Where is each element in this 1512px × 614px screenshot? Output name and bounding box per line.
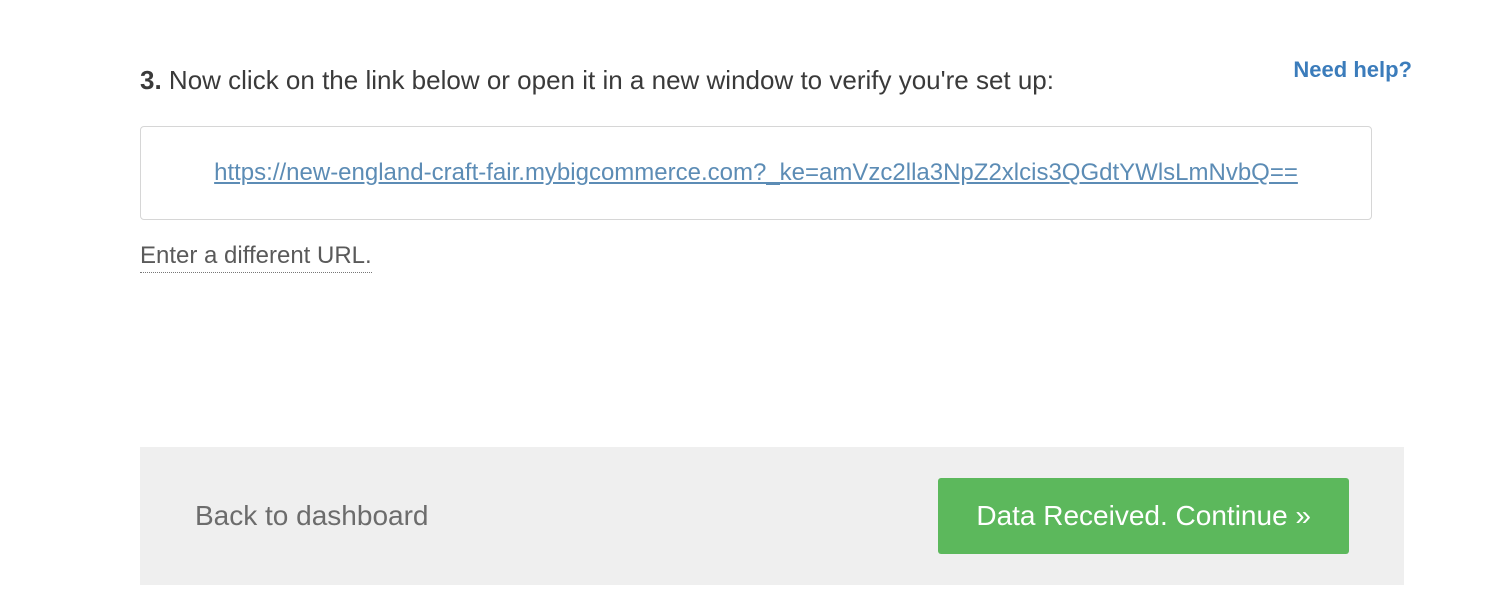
- step-number: 3.: [140, 65, 162, 95]
- step-instruction: 3. Now click on the link below or open i…: [140, 62, 1372, 98]
- verification-link-box: https://new-england-craft-fair.mybigcomm…: [140, 126, 1372, 220]
- verification-link[interactable]: https://new-england-craft-fair.mybigcomm…: [214, 159, 1298, 186]
- footer-bar: Back to dashboard Data Received. Continu…: [140, 447, 1404, 585]
- need-help-link[interactable]: Need help?: [1293, 57, 1412, 83]
- back-to-dashboard-link[interactable]: Back to dashboard: [195, 500, 429, 532]
- enter-different-url-link[interactable]: Enter a different URL.: [140, 242, 372, 273]
- continue-button[interactable]: Data Received. Continue »: [938, 478, 1349, 554]
- step-text: Now click on the link below or open it i…: [169, 65, 1054, 95]
